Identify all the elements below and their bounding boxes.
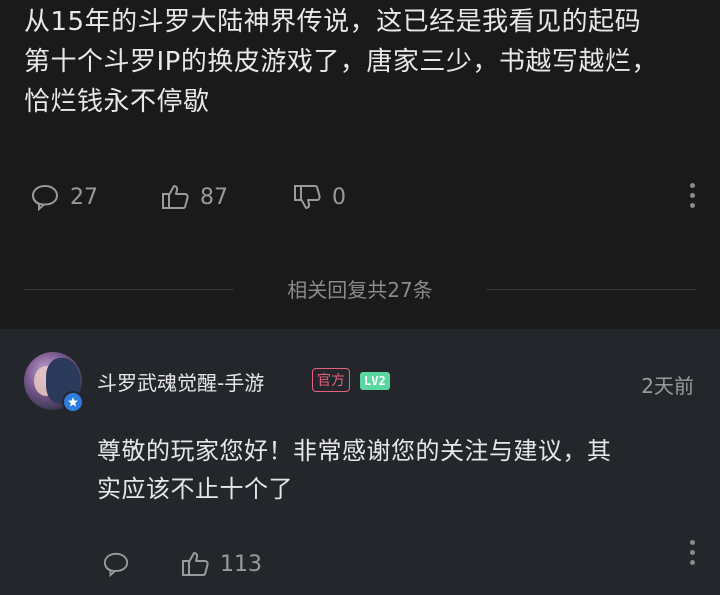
like-count: 87 — [200, 184, 228, 210]
reply-like-button[interactable]: 113 — [180, 544, 262, 584]
comment-icon — [103, 552, 129, 577]
reply-card: 斗罗武魂觉醒-手游 官方 LV2 2天前 尊敬的玩家您好！非常感谢您的关注与建议… — [0, 329, 720, 595]
post-text-line: 恰烂钱永不停歇 — [24, 87, 210, 117]
dislike-button[interactable]: 0 — [292, 175, 346, 219]
reply-more-options-icon[interactable] — [688, 540, 696, 565]
level-badge: LV2 — [360, 372, 390, 390]
post-text-line: 从15年的斗罗大陆神界传说，这已经是我看见的起码 — [24, 7, 642, 37]
verified-icon — [62, 391, 84, 413]
post-actions: 27 87 0 — [0, 175, 720, 219]
post-section: 从15年的斗罗大陆神界传说，这已经是我看见的起码 第十个斗罗IP的换皮游戏了，唐… — [0, 0, 720, 329]
thumbs-down-icon — [294, 185, 321, 209]
reply-actions: 113 — [0, 540, 720, 584]
official-badge: 官方 — [312, 368, 350, 392]
thumbs-up-icon — [162, 185, 189, 209]
comment-count: 27 — [70, 184, 98, 210]
comment-icon — [31, 185, 59, 211]
reply-username[interactable]: 斗罗武魂觉醒-手游 — [97, 367, 264, 396]
comment-button[interactable]: 27 — [30, 175, 98, 219]
reply-comment-button[interactable] — [102, 544, 130, 584]
divider-right — [486, 289, 696, 290]
thumbs-up-icon — [182, 552, 209, 576]
like-button[interactable]: 87 — [160, 175, 228, 219]
reply-time: 2天前 — [641, 374, 694, 398]
reply-like-count: 113 — [220, 551, 262, 577]
more-options-icon[interactable] — [688, 183, 696, 208]
dislike-count: 0 — [332, 184, 346, 210]
post-text-line: 第十个斗罗IP的换皮游戏了，唐家三少，书越写越烂， — [24, 47, 658, 77]
reply-content: 尊敬的玩家您好！非常感谢您的关注与建议，其 实应该不止十个了 — [97, 432, 697, 508]
reply-text-line: 实应该不止十个了 — [97, 475, 293, 503]
reply-text-line: 尊敬的玩家您好！非常感谢您的关注与建议，其 — [97, 437, 612, 465]
post-content: 从15年的斗罗大陆神界传说，这已经是我看见的起码 第十个斗罗IP的换皮游戏了，唐… — [24, 2, 704, 122]
